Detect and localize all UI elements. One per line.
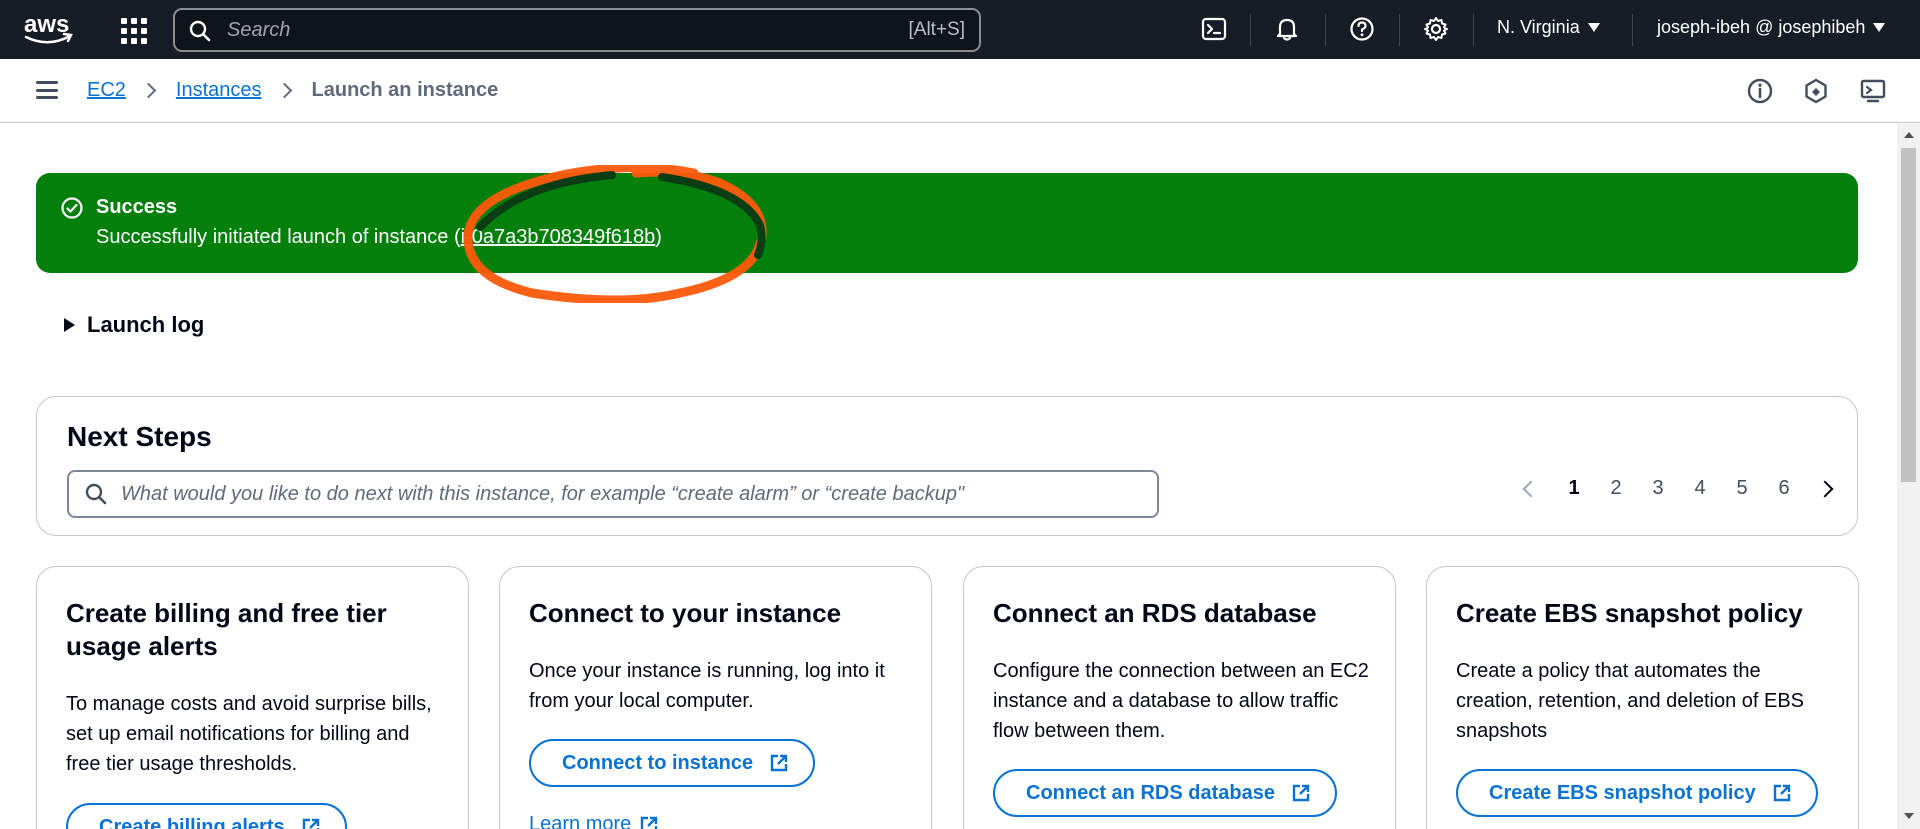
flash-title: Success bbox=[96, 196, 178, 218]
search-icon bbox=[85, 483, 107, 505]
caret-down-icon bbox=[1873, 23, 1886, 32]
launch-log-expander[interactable]: Launch log bbox=[64, 312, 204, 338]
button-label: Create billing alerts bbox=[99, 815, 285, 829]
region-selector[interactable]: N. Virginia bbox=[1497, 17, 1600, 38]
create-ebs-snapshot-policy-button[interactable]: Create EBS snapshot policy bbox=[1456, 769, 1818, 817]
card-title: Create EBS snapshot policy bbox=[1456, 598, 1803, 628]
card-ebs-snapshot-policy: Create EBS snapshot policy Create a poli… bbox=[1426, 566, 1859, 829]
help-icon[interactable] bbox=[1347, 14, 1377, 44]
card-description: To manage costs and avoid surprise bills… bbox=[66, 693, 432, 775]
card-description: Configure the connection between an EC2 … bbox=[993, 660, 1369, 742]
external-link-icon bbox=[302, 818, 319, 829]
bell-icon[interactable] bbox=[1272, 14, 1302, 44]
next-steps-search[interactable] bbox=[67, 470, 1159, 518]
breadcrumb: EC2 Instances Launch an instance bbox=[87, 79, 498, 102]
page-6[interactable]: 6 bbox=[1763, 477, 1805, 500]
account-label: joseph-ibeh @ josephibeh bbox=[1657, 17, 1866, 37]
gear-icon[interactable] bbox=[1421, 14, 1451, 44]
search-shortcut-hint: [Alt+S] bbox=[908, 19, 966, 40]
button-label: Connect an RDS database bbox=[1026, 781, 1275, 804]
flash-message: Successfully initiated launch of instanc… bbox=[96, 226, 662, 249]
flash-message-suffix: ) bbox=[655, 226, 662, 248]
breadcrumb-instances[interactable]: Instances bbox=[176, 79, 262, 102]
next-page-icon[interactable] bbox=[1816, 480, 1834, 497]
external-link-icon bbox=[770, 754, 788, 772]
card-billing-alerts: Create billing and free tier usage alert… bbox=[36, 566, 469, 829]
global-search[interactable]: [Alt+S] bbox=[173, 8, 981, 52]
top-navigation: aws [Alt+S] bbox=[0, 0, 1920, 59]
button-label: Connect to instance bbox=[562, 751, 754, 774]
previous-page-icon[interactable] bbox=[1522, 480, 1540, 497]
check-circle-icon bbox=[61, 197, 83, 219]
page-scrollbar[interactable] bbox=[1897, 124, 1920, 829]
page-2[interactable]: 2 bbox=[1595, 477, 1637, 500]
svg-text:aws: aws bbox=[24, 11, 69, 38]
external-link-icon bbox=[641, 816, 658, 829]
next-steps-title: Next Steps bbox=[67, 421, 212, 452]
button-label: Create EBS snapshot policy bbox=[1489, 781, 1756, 804]
connect-rds-database-button[interactable]: Connect an RDS database bbox=[993, 769, 1337, 817]
card-connect-rds: Connect an RDS database Configure the co… bbox=[963, 566, 1396, 829]
flash-message-prefix: Successfully initiated launch of instanc… bbox=[96, 226, 461, 248]
pagination: 1 2 3 4 5 6 bbox=[1507, 477, 1834, 500]
page-1[interactable]: 1 bbox=[1553, 477, 1595, 500]
region-label: N. Virginia bbox=[1497, 17, 1580, 37]
launch-log-label: Launch log bbox=[87, 312, 205, 337]
menu-icon[interactable] bbox=[36, 81, 58, 99]
page-4[interactable]: 4 bbox=[1679, 477, 1721, 500]
info-icon[interactable] bbox=[1746, 77, 1774, 105]
card-connect-instance: Connect to your instance Once your insta… bbox=[499, 566, 932, 829]
search-icon bbox=[189, 20, 211, 42]
chevron-right-icon bbox=[276, 82, 292, 99]
scroll-thumb[interactable] bbox=[1901, 148, 1916, 482]
display-icon[interactable] bbox=[1859, 77, 1887, 105]
external-link-icon bbox=[1773, 784, 1790, 802]
apps-grid-icon[interactable] bbox=[118, 14, 148, 44]
success-flashbar: Success Successfully initiated launch of… bbox=[36, 173, 1858, 273]
account-menu[interactable]: joseph-ibeh @ josephibeh bbox=[1657, 17, 1886, 38]
card-description: Create a policy that automates the creat… bbox=[1456, 660, 1805, 742]
card-description: Once your instance is running, log into … bbox=[529, 660, 885, 712]
feedback-icon[interactable] bbox=[1802, 77, 1830, 105]
create-billing-alerts-button[interactable]: Create billing alerts bbox=[66, 803, 347, 829]
breadcrumb-current: Launch an instance bbox=[311, 79, 499, 101]
cloudshell-icon[interactable] bbox=[1199, 14, 1229, 44]
breadcrumb-ec2[interactable]: EC2 bbox=[87, 79, 126, 102]
aws-logo[interactable]: aws bbox=[22, 10, 74, 46]
card-title: Create billing and free tier usage alert… bbox=[66, 598, 387, 661]
next-steps-panel: Next Steps 1 2 3 4 5 6 bbox=[36, 396, 1858, 536]
next-steps-search-input[interactable] bbox=[121, 481, 1141, 507]
external-link-icon bbox=[1292, 784, 1310, 802]
card-title: Connect an RDS database bbox=[993, 598, 1317, 628]
card-title: Connect to your instance bbox=[529, 598, 842, 628]
search-input[interactable] bbox=[227, 16, 827, 44]
caret-down-icon bbox=[1587, 23, 1600, 32]
caret-right-icon bbox=[64, 318, 75, 332]
page-3[interactable]: 3 bbox=[1637, 477, 1679, 500]
scroll-up-icon[interactable] bbox=[1904, 132, 1914, 138]
scroll-down-icon[interactable] bbox=[1904, 813, 1914, 819]
instance-id-link[interactable]: i-0a7a3b708349f618b bbox=[461, 226, 656, 248]
learn-more-link[interactable]: Learn more bbox=[529, 813, 659, 829]
link-label: Learn more bbox=[529, 813, 632, 829]
breadcrumb-bar: EC2 Instances Launch an instance bbox=[0, 59, 1920, 123]
page-5[interactable]: 5 bbox=[1721, 477, 1763, 500]
connect-to-instance-button[interactable]: Connect to instance bbox=[529, 739, 816, 787]
chevron-right-icon bbox=[140, 82, 157, 99]
